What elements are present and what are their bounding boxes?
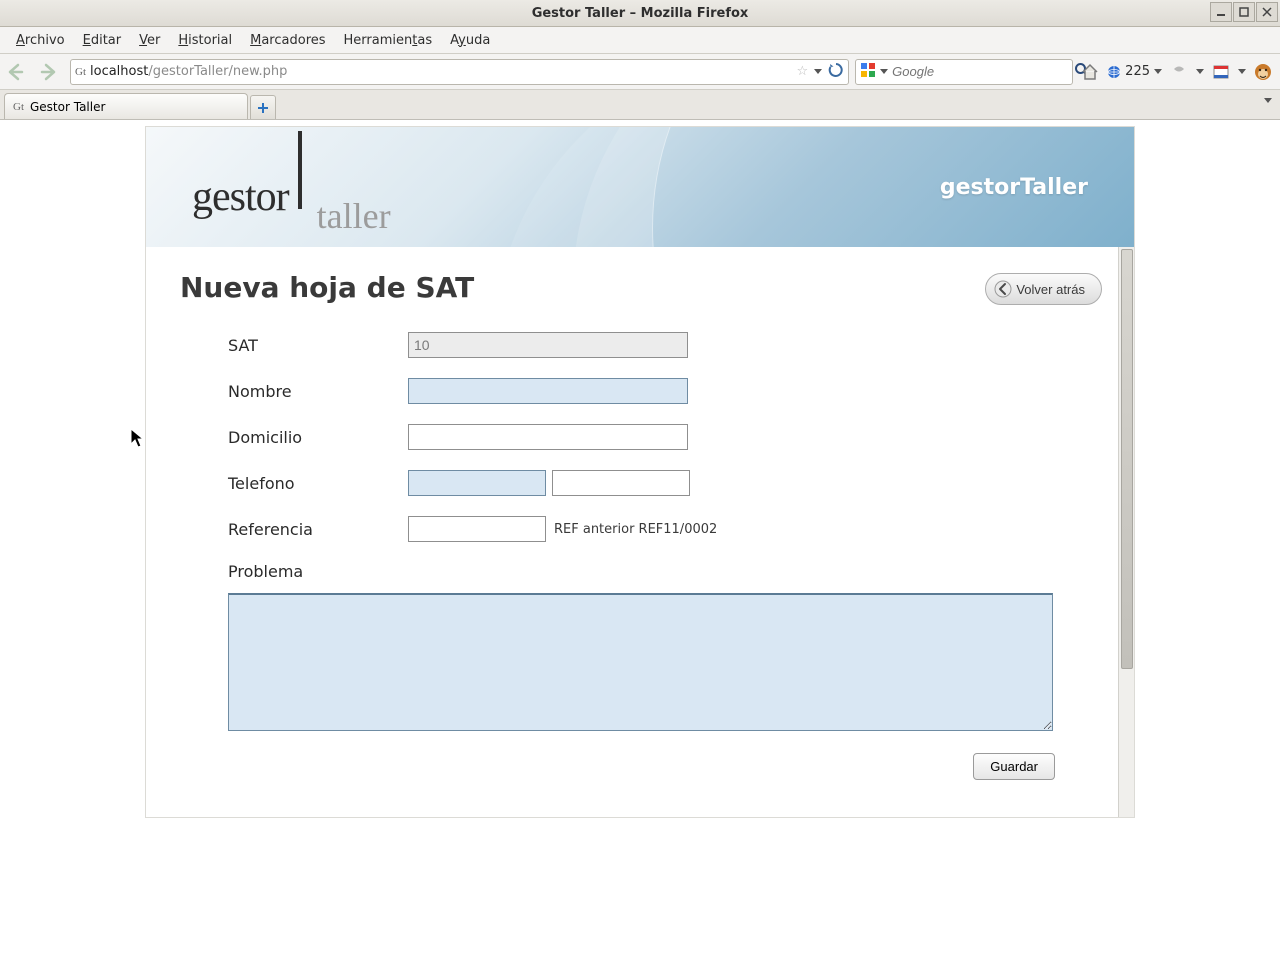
- row-sat: SAT: [228, 332, 1100, 358]
- menu-ayuda[interactable]: Ayuda: [442, 30, 498, 51]
- nombre-label: Nombre: [228, 382, 408, 401]
- domicilio-label: Domicilio: [228, 428, 408, 447]
- problema-textarea[interactable]: [228, 593, 1053, 731]
- problema-label: Problema: [228, 562, 1100, 581]
- plus-icon: [257, 102, 269, 114]
- referencia-input[interactable]: [408, 516, 546, 542]
- search-engine-icon[interactable]: [860, 62, 876, 82]
- maximize-button[interactable]: [1233, 2, 1255, 22]
- forward-nav-icon[interactable]: [38, 59, 64, 85]
- row-domicilio: Domicilio: [228, 424, 1100, 450]
- bookmark-star-icon[interactable]: ☆: [797, 64, 809, 79]
- menu-herramientas[interactable]: Herramientas: [336, 30, 441, 51]
- url-history-dropdown-icon[interactable]: [814, 69, 822, 74]
- home-icon[interactable]: [1079, 61, 1101, 83]
- brand-text: gestorTaller: [940, 175, 1088, 200]
- referencia-label: Referencia: [228, 520, 408, 539]
- referencia-helper: REF anterior REF11/0002: [554, 522, 717, 537]
- sat-input: [408, 332, 688, 358]
- menu-editar[interactable]: Editar: [75, 30, 130, 51]
- scrollbar-thumb[interactable]: [1121, 249, 1133, 669]
- row-referencia: Referencia REF anterior REF11/0002: [228, 516, 1100, 542]
- toolbar-extension-icon-1[interactable]: [1168, 61, 1190, 83]
- tab-favicon: Gt: [13, 101, 24, 113]
- tabs-row: Gt Gestor Taller: [0, 90, 1280, 120]
- minimize-button[interactable]: [1210, 2, 1232, 22]
- back-button[interactable]: Volver atrás: [985, 273, 1102, 305]
- close-button[interactable]: [1256, 2, 1278, 22]
- arrow-left-icon: [994, 280, 1012, 298]
- back-nav-icon[interactable]: [6, 59, 32, 85]
- forecast-indicator[interactable]: 225: [1107, 64, 1162, 79]
- tab-label: Gestor Taller: [30, 100, 105, 114]
- forecast-count: 225: [1125, 64, 1150, 79]
- logo-text-2: taller: [317, 195, 391, 237]
- app-container: gestor taller gestorTaller Nueva hoja de…: [145, 126, 1135, 818]
- nav-toolbar: Gt localhost/gestorTaller/new.php ☆ 225: [0, 54, 1280, 90]
- window-controls: [1210, 2, 1278, 22]
- window-title: Gestor Taller – Mozilla Firefox: [532, 6, 749, 21]
- reload-icon[interactable]: [828, 62, 844, 82]
- app-logo: gestor taller: [192, 153, 391, 221]
- row-problema: Problema: [228, 562, 1100, 735]
- inner-scrollbar[interactable]: [1118, 247, 1134, 817]
- guardar-button[interactable]: Guardar: [973, 753, 1055, 780]
- row-telefono: Telefono: [228, 470, 1100, 496]
- telefono-label: Telefono: [228, 474, 408, 493]
- menu-archivo[interactable]: Archivo: [8, 30, 73, 51]
- tab-active[interactable]: Gt Gestor Taller: [4, 93, 248, 119]
- site-identity-icon[interactable]: Gt: [75, 66, 86, 78]
- search-engine-dropdown-icon[interactable]: [880, 69, 888, 74]
- url-bar[interactable]: Gt localhost/gestorTaller/new.php ☆: [70, 59, 849, 85]
- search-bar[interactable]: [855, 59, 1073, 85]
- telefono-input-1[interactable]: [408, 470, 546, 496]
- search-input[interactable]: [892, 64, 1070, 79]
- sat-label: SAT: [228, 336, 408, 355]
- telefono-input-2[interactable]: [552, 470, 690, 496]
- menu-ver[interactable]: Ver: [131, 30, 168, 51]
- new-tab-button[interactable]: [250, 95, 276, 119]
- app-header: gestor taller gestorTaller: [146, 127, 1134, 247]
- toolbar-ext1-dropdown-icon[interactable]: [1196, 69, 1204, 74]
- nombre-input[interactable]: [408, 378, 688, 404]
- back-button-label: Volver atrás: [1016, 282, 1085, 297]
- page-viewport: gestor taller gestorTaller Nueva hoja de…: [0, 120, 1280, 962]
- page-title: Nueva hoja de SAT: [180, 271, 1100, 304]
- menu-marcadores[interactable]: Marcadores: [242, 30, 333, 51]
- logo-text-1: gestor: [192, 173, 289, 221]
- toolbar-extension-icon-2[interactable]: [1210, 61, 1232, 83]
- submit-row: Guardar: [228, 753, 1055, 780]
- toolbar-monkey-icon[interactable]: [1252, 61, 1274, 83]
- menu-historial[interactable]: Historial: [170, 30, 240, 51]
- sat-form: SAT Nombre Domicilio Telefono: [228, 332, 1100, 780]
- forecast-dropdown-icon[interactable]: [1154, 69, 1162, 74]
- window-titlebar: Gestor Taller – Mozilla Firefox: [0, 0, 1280, 27]
- url-text[interactable]: localhost/gestorTaller/new.php: [90, 64, 793, 79]
- app-body: Nueva hoja de SAT Volver atrás SAT Nombr…: [146, 247, 1134, 817]
- domicilio-input[interactable]: [408, 424, 688, 450]
- globe-icon: [1107, 65, 1121, 79]
- row-nombre: Nombre: [228, 378, 1100, 404]
- toolbar-ext2-dropdown-icon[interactable]: [1238, 69, 1246, 74]
- tabs-overflow-dropdown-icon[interactable]: [1264, 98, 1272, 103]
- menu-bar: Archivo Editar Ver Historial Marcadores …: [0, 27, 1280, 54]
